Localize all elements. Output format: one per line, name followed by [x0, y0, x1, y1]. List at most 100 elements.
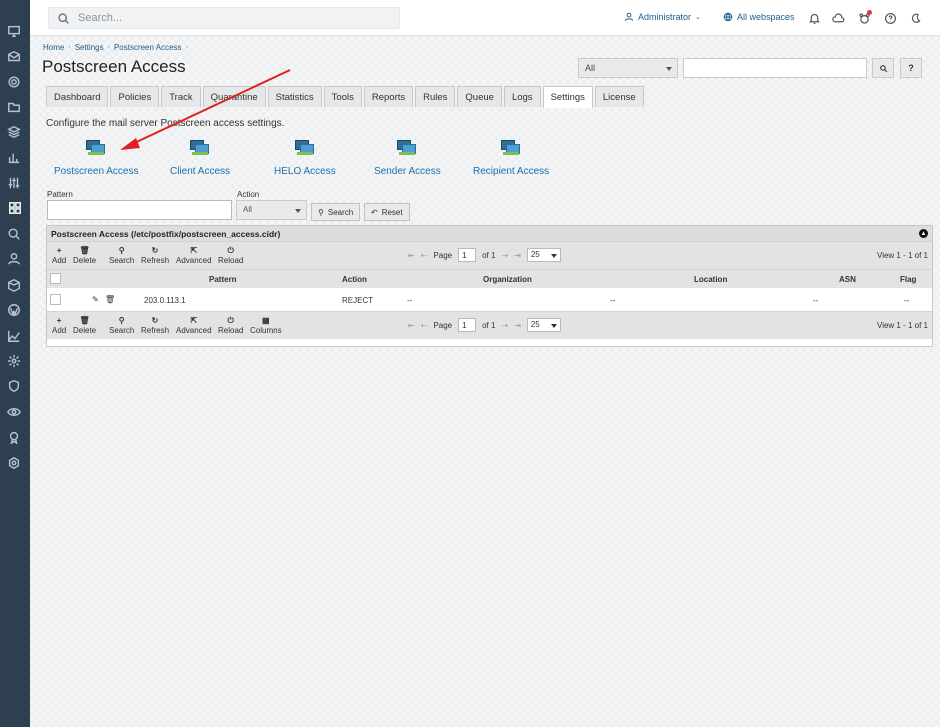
prev-page-icon[interactable]: ⇠: [421, 251, 428, 260]
edit-icon[interactable]: ✎: [92, 295, 99, 304]
mail-icon[interactable]: [6, 49, 22, 65]
global-filter-search-button[interactable]: [872, 58, 894, 78]
recipient-access-icon: [501, 140, 521, 156]
global-filter-select[interactable]: All: [578, 58, 678, 78]
add-label: Add: [52, 326, 67, 335]
reload-button[interactable]: ⏻ Reload: [218, 246, 243, 265]
growth-chart-icon[interactable]: [6, 328, 22, 344]
tab-logs[interactable]: Logs: [503, 86, 541, 107]
advanced-button[interactable]: ⇱ Advanced: [176, 316, 212, 335]
global-search-input[interactable]: [78, 12, 378, 24]
user-icon[interactable]: [6, 251, 22, 267]
page-size-select[interactable]: 25: [526, 248, 561, 262]
grid-search-button[interactable]: ⚲ Search: [109, 246, 134, 265]
prev-page-icon[interactable]: ⇠: [421, 321, 428, 330]
grid-search-button[interactable]: ⚲ Search: [109, 316, 134, 335]
shield-icon[interactable]: [6, 378, 22, 394]
page-size-select[interactable]: 25: [526, 318, 561, 332]
add-button[interactable]: + Add: [52, 316, 66, 335]
sliders-icon[interactable]: [6, 175, 22, 191]
col-pattern[interactable]: Pattern: [209, 275, 237, 284]
tab-license[interactable]: License: [594, 86, 644, 107]
breadcrumb-home[interactable]: Home: [43, 43, 64, 52]
quick-link-sender-access[interactable]: Sender Access: [374, 140, 441, 177]
col-organization[interactable]: Organization: [483, 275, 532, 284]
monitor-icon[interactable]: [6, 23, 22, 39]
folder-icon[interactable]: [6, 99, 22, 115]
tab-queue[interactable]: Queue: [457, 86, 502, 107]
settings-icon[interactable]: [6, 353, 22, 369]
next-page-icon[interactable]: ⇢: [501, 251, 508, 260]
notification-dot: [867, 10, 872, 15]
help-icon[interactable]: [883, 11, 897, 25]
page-label: Page: [433, 320, 453, 330]
breadcrumb-settings[interactable]: Settings: [75, 43, 104, 52]
last-page-icon[interactable]: ⇥: [514, 251, 521, 260]
help-button-label: ?: [908, 63, 914, 73]
page-of-label: of 1: [482, 320, 496, 330]
trash-icon[interactable]: 🗑︎: [105, 295, 115, 304]
row-checkbox[interactable]: [50, 294, 61, 305]
add-button[interactable]: + Add: [52, 246, 66, 265]
top-header: Administrator ⌄ All webspaces: [30, 0, 940, 36]
reload-button[interactable]: ⏻ Reload: [218, 316, 243, 335]
eye-icon[interactable]: [6, 404, 22, 420]
delete-button[interactable]: 🗑︎ Delete: [73, 316, 96, 335]
notifications-icon[interactable]: [807, 11, 821, 25]
tab-settings[interactable]: Settings: [542, 86, 593, 108]
bar-chart-icon[interactable]: [6, 150, 22, 166]
table-row[interactable]: ✎ 🗑︎ 203.0.113.1 REJECT -- -- -- --: [47, 287, 932, 311]
plus-icon: +: [56, 316, 62, 325]
first-page-icon[interactable]: ⇤: [408, 251, 415, 260]
page-input[interactable]: 1: [458, 248, 477, 262]
last-page-icon[interactable]: ⇥: [514, 321, 521, 330]
refresh-button[interactable]: ↻ Refresh: [141, 246, 169, 265]
global-filter-input[interactable]: [683, 58, 867, 78]
col-asn[interactable]: ASN: [839, 275, 856, 284]
dark-mode-icon[interactable]: [908, 11, 922, 25]
delete-label: Delete: [73, 326, 97, 335]
webspaces-menu[interactable]: All webspaces: [723, 12, 795, 22]
first-page-icon[interactable]: ⇤: [408, 321, 415, 330]
tab-reports[interactable]: Reports: [363, 86, 414, 107]
tab-dashboard[interactable]: Dashboard: [46, 86, 109, 107]
global-search[interactable]: [48, 7, 400, 29]
gear-icon[interactable]: [6, 74, 22, 90]
sender-access-icon: [397, 140, 417, 156]
layers-icon[interactable]: [6, 124, 22, 140]
search-button[interactable]: ⚲ Search: [311, 203, 361, 221]
wordpress-icon[interactable]: [6, 302, 22, 318]
caret-down-icon: [550, 324, 557, 328]
page-input[interactable]: 1: [458, 318, 477, 332]
badge-icon[interactable]: [6, 429, 22, 445]
delete-button[interactable]: 🗑︎ Delete: [73, 246, 96, 265]
advanced-button[interactable]: ⇱ Advanced: [176, 246, 212, 265]
grid-caption: Postscreen Access (/etc/postfix/postscre…: [47, 226, 932, 241]
quick-link-recipient-access[interactable]: Recipient Access: [473, 140, 549, 177]
tab-rules[interactable]: Rules: [415, 86, 456, 107]
next-page-icon[interactable]: ⇢: [501, 321, 508, 330]
pattern-input[interactable]: [47, 200, 232, 220]
search-globe-icon[interactable]: [6, 226, 22, 242]
collapse-icon[interactable]: ▲: [919, 229, 928, 238]
user-menu[interactable]: Administrator ⌄: [624, 12, 701, 22]
refresh-button[interactable]: ↻ Refresh: [141, 316, 169, 335]
action-select[interactable]: All: [236, 200, 307, 220]
breadcrumb-current[interactable]: Postscreen Access: [114, 43, 182, 52]
tab-tools[interactable]: Tools: [323, 86, 362, 107]
cloud-icon[interactable]: [831, 11, 845, 25]
select-all-checkbox[interactable]: [50, 273, 61, 284]
col-location[interactable]: Location: [694, 275, 727, 284]
help-button[interactable]: ?: [900, 58, 922, 78]
advisor-icon[interactable]: [857, 10, 872, 25]
col-flag[interactable]: Flag: [900, 275, 916, 284]
kubernetes-icon[interactable]: [6, 455, 22, 471]
add-label: Add: [52, 256, 67, 265]
columns-button[interactable]: ▦ Columns: [250, 316, 282, 335]
action-label: Action: [237, 190, 260, 199]
reset-button[interactable]: ↶ Reset: [364, 203, 410, 221]
search-icon: ⚲: [118, 246, 125, 255]
extensions-icon[interactable]: [0, 199, 30, 217]
package-icon[interactable]: [6, 277, 22, 293]
col-action[interactable]: Action: [342, 275, 367, 284]
